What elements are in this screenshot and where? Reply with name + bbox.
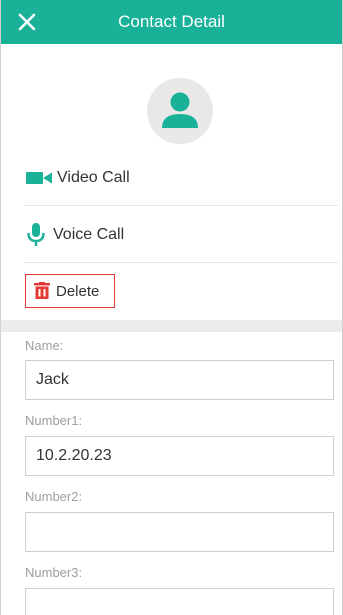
avatar bbox=[147, 78, 213, 144]
divider bbox=[25, 205, 338, 206]
voice-call-button[interactable]: Voice Call bbox=[25, 207, 321, 263]
name-field[interactable] bbox=[25, 360, 334, 400]
number2-label: Number2: bbox=[25, 489, 83, 504]
person-icon bbox=[162, 92, 198, 128]
number1-field[interactable] bbox=[25, 436, 334, 476]
microphone-icon bbox=[27, 223, 45, 246]
number3-field[interactable] bbox=[25, 588, 334, 615]
divider bbox=[25, 262, 338, 263]
number2-field[interactable] bbox=[25, 512, 334, 552]
name-label: Name: bbox=[25, 338, 64, 353]
voice-call-label: Voice Call bbox=[53, 226, 125, 243]
contact-detail-screen: Contact Detail Video Call Voice Call Del… bbox=[0, 0, 343, 615]
trash-icon bbox=[34, 282, 50, 299]
section-separator bbox=[1, 320, 342, 332]
delete-button[interactable]: Delete bbox=[25, 274, 115, 308]
number1-label: Number1: bbox=[25, 413, 83, 428]
video-camera-icon bbox=[26, 172, 52, 184]
delete-label: Delete bbox=[56, 282, 100, 300]
video-call-label: Video Call bbox=[57, 169, 130, 186]
page-title: Contact Detail bbox=[118, 12, 225, 31]
header-bar: Contact Detail bbox=[1, 0, 342, 44]
video-call-button[interactable]: Video Call bbox=[25, 150, 321, 206]
number3-label: Number3: bbox=[25, 565, 83, 580]
